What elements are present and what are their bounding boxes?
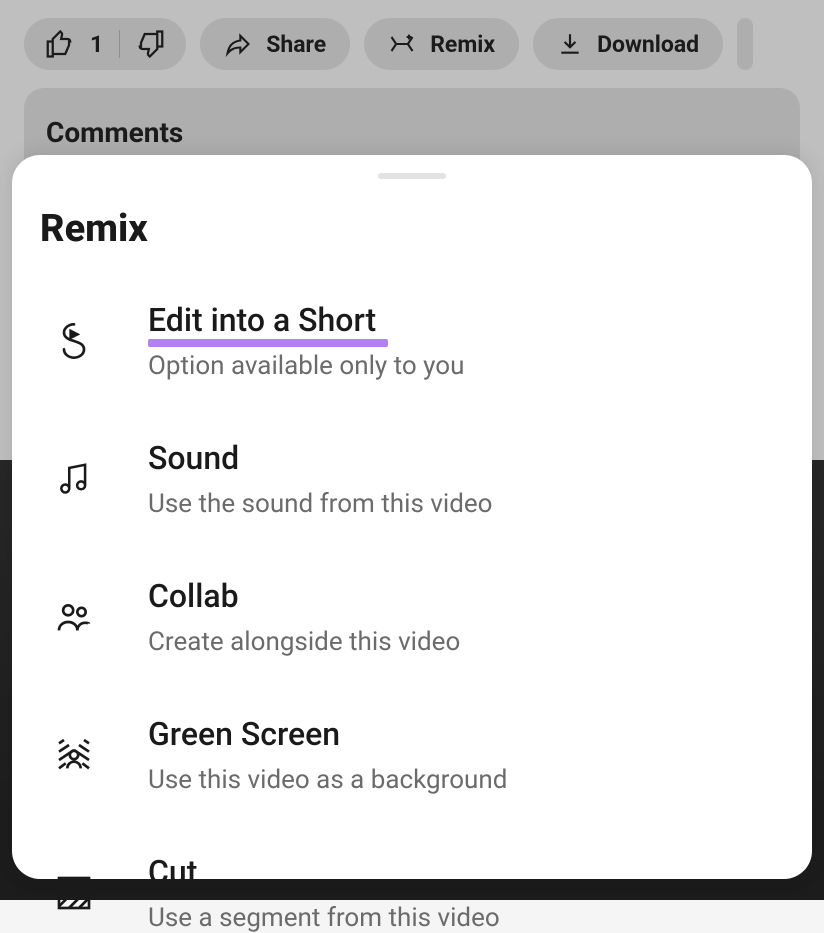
music-icon: [52, 457, 96, 501]
option-subtitle: Use this video as a background: [148, 765, 772, 795]
option-title: Sound: [148, 439, 239, 477]
option-text: Collab Create alongside this video: [148, 577, 772, 657]
collab-icon: [52, 595, 96, 639]
like-count: 1: [90, 31, 103, 58]
option-text: Cut Use a segment from this video: [148, 853, 772, 933]
option-title: Edit into a Short: [148, 301, 376, 339]
share-button[interactable]: Share: [200, 18, 350, 70]
thumbs-up-icon: [44, 29, 74, 59]
download-button[interactable]: Download: [533, 18, 723, 70]
remix-button[interactable]: Remix: [364, 18, 519, 70]
option-title: Collab: [148, 577, 239, 615]
cut-icon: [52, 871, 96, 915]
remix-sheet: Remix Edit into a Short Option available…: [12, 155, 812, 879]
option-text: Edit into a Short Option available only …: [148, 301, 772, 381]
option-text: Sound Use the sound from this video: [148, 439, 772, 519]
greenscreen-icon: [52, 733, 96, 777]
option-cut[interactable]: Cut Use a segment from this video: [12, 853, 812, 933]
option-subtitle: Use a segment from this video: [148, 903, 772, 933]
divider: [119, 30, 120, 58]
sheet-handle[interactable]: [378, 173, 446, 179]
like-dislike-pill[interactable]: 1: [24, 18, 186, 70]
option-subtitle: Option available only to you: [148, 351, 772, 381]
thumbs-down-icon: [136, 29, 166, 59]
remix-label: Remix: [430, 31, 495, 58]
sheet-title: Remix: [12, 207, 812, 251]
option-sound[interactable]: Sound Use the sound from this video: [12, 439, 812, 519]
share-icon: [224, 30, 252, 58]
option-subtitle: Create alongside this video: [148, 627, 772, 657]
download-label: Download: [597, 31, 699, 58]
option-collab[interactable]: Collab Create alongside this video: [12, 577, 812, 657]
remix-icon: [52, 319, 96, 363]
share-label: Share: [266, 31, 326, 58]
option-text: Green Screen Use this video as a backgro…: [148, 715, 772, 795]
option-title: Cut: [148, 853, 197, 891]
option-subtitle: Use the sound from this video: [148, 489, 772, 519]
option-edit-short[interactable]: Edit into a Short Option available only …: [12, 301, 812, 381]
download-icon: [557, 31, 583, 57]
action-bar: 1 Share Remix: [0, 0, 824, 88]
option-green-screen[interactable]: Green Screen Use this video as a backgro…: [12, 715, 812, 795]
option-title: Green Screen: [148, 715, 340, 753]
remix-icon: [388, 30, 416, 58]
more-pill[interactable]: [737, 18, 753, 70]
comments-title: Comments: [46, 116, 183, 149]
